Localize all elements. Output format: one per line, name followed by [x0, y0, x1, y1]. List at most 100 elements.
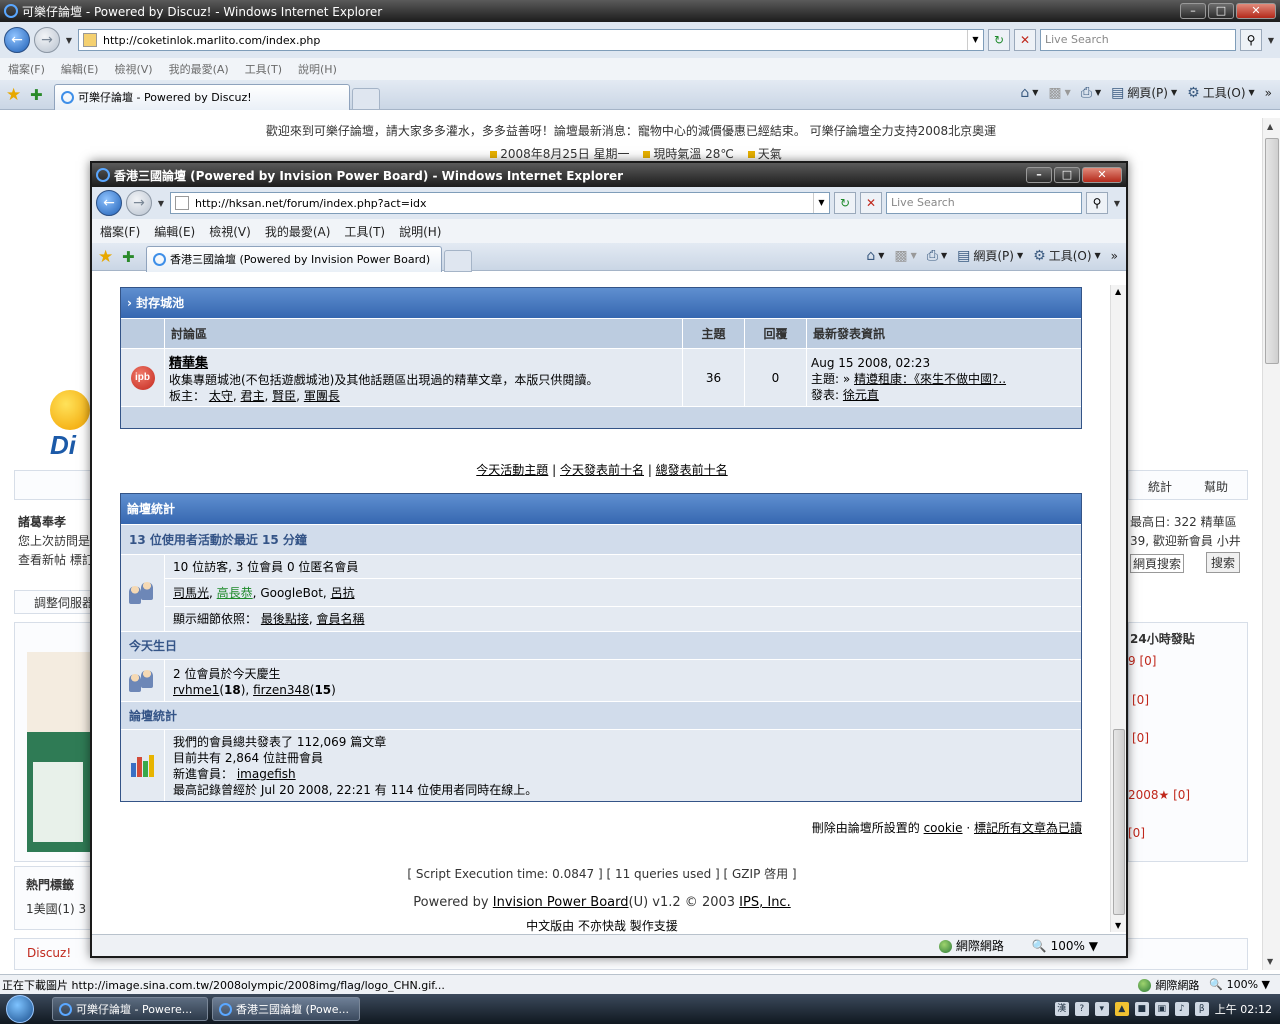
close-button[interactable]: ✕ — [1236, 3, 1276, 19]
address-bar[interactable]: http://coketinlok.marlito.com/index.php … — [78, 29, 984, 51]
refresh-button[interactable]: ↻ — [834, 192, 856, 214]
menu-file[interactable]: 檔案(F) — [100, 223, 140, 240]
sort-by-member-name[interactable]: 會員名稱 — [317, 612, 365, 626]
stop-button[interactable]: ✕ — [1014, 29, 1036, 51]
menu-tools[interactable]: 工具(T) — [344, 223, 385, 240]
discuz-logo[interactable] — [50, 390, 90, 430]
page-menu[interactable]: ▤ 網頁(P) ▼ — [957, 247, 1023, 264]
active-user-link[interactable]: 呂抗 — [331, 586, 355, 600]
last-poster-link[interactable]: 徐元直 — [843, 388, 879, 402]
active-user-link[interactable]: GoogleBot — [260, 586, 323, 600]
search-icon[interactable]: ⚲ — [1240, 29, 1262, 51]
home-button[interactable]: ⌂ ▼ — [1020, 85, 1038, 101]
minimize-button[interactable]: – — [1180, 3, 1206, 19]
clock[interactable]: 上午 02:12 — [1215, 1001, 1272, 1017]
menu-edit[interactable]: 編輯(E) — [154, 223, 195, 240]
favorites-star-icon[interactable]: ★ — [6, 85, 30, 105]
birthday-user-link[interactable]: rvhme1 — [173, 683, 219, 697]
stats-link[interactable]: 統計 — [1148, 478, 1172, 495]
menu-edit[interactable]: 編輯(E) — [61, 61, 99, 77]
post-count-4[interactable]: 2008★ [0] — [1128, 788, 1190, 802]
maximize-button[interactable]: □ — [1208, 3, 1234, 19]
address-dropdown-icon[interactable]: ▼ — [967, 30, 983, 50]
menu-view[interactable]: 檢視(V) — [209, 223, 251, 240]
bluetooth-icon[interactable]: β — [1194, 1002, 1209, 1016]
forward-button[interactable]: → — [34, 27, 60, 53]
new-tab-button[interactable] — [352, 87, 380, 110]
start-button[interactable] — [0, 994, 40, 1024]
category-bar[interactable]: › 封存城池 — [121, 288, 1081, 318]
history-dropdown-icon[interactable]: ▼ — [64, 36, 74, 45]
tools-menu[interactable]: ⚙ 工具(O) ▼ — [1033, 247, 1101, 264]
front-scrollbar-thumb[interactable] — [1113, 729, 1125, 915]
minimize-button[interactable]: – — [1026, 167, 1052, 183]
search-options-icon[interactable]: ▼ — [1112, 199, 1122, 208]
birthday-user-link[interactable]: firzen348 — [253, 683, 310, 697]
mark-all-read-link[interactable]: 標記所有文章為已讀 — [974, 821, 1082, 835]
favorites-star-icon[interactable]: ★ — [98, 247, 122, 267]
address-bar[interactable]: http://hksan.net/forum/index.php?act=idx… — [170, 192, 830, 214]
moderator-link[interactable]: 軍團長 — [304, 389, 340, 403]
back-scrollbar[interactable]: ▲ ▼ — [1262, 118, 1280, 970]
adjust-server-link[interactable]: 調整伺服器 — [34, 594, 94, 611]
menu-file[interactable]: 檔案(F) — [8, 61, 45, 77]
chevron-more-icon[interactable]: » — [1111, 249, 1118, 263]
post-count-1[interactable]: 9 [0] — [1128, 654, 1156, 668]
zoom-control[interactable]: 🔍 100% ▼ — [1209, 978, 1270, 991]
ipb-link[interactable]: Invision Power Board — [493, 895, 629, 910]
forward-button[interactable]: → — [126, 190, 152, 216]
stop-button[interactable]: ✕ — [860, 192, 882, 214]
tab-active[interactable]: 香港三國論壇 (Powered by Invision Power Board) — [146, 245, 442, 272]
post-count-3[interactable]: [0] — [1132, 731, 1149, 745]
search-options-icon[interactable]: ▼ — [1266, 36, 1276, 45]
ips-link[interactable]: IPS, Inc. — [739, 895, 791, 910]
add-favorites-icon[interactable]: ✚ — [122, 248, 146, 266]
last-topic-link[interactable]: 精遵租康：《來生不做中國?.. — [854, 372, 1006, 386]
menu-view[interactable]: 檢視(V) — [114, 61, 152, 77]
ime-options-icon[interactable]: ▾ — [1094, 1002, 1109, 1016]
history-dropdown-icon[interactable]: ▼ — [156, 199, 166, 208]
print-button[interactable]: ⎙ ▼ — [1081, 85, 1101, 101]
tab-active[interactable]: 可樂仔論壇 - Powered by Discuz! — [54, 83, 350, 110]
moderator-link[interactable]: 君主 — [241, 389, 265, 403]
newest-member-link[interactable]: imagefish — [237, 767, 296, 781]
post-count-5[interactable]: [0] — [1128, 826, 1145, 840]
help-link[interactable]: 幫助 — [1204, 478, 1228, 495]
weather-link[interactable]: 天氣 — [758, 147, 782, 161]
menu-help[interactable]: 說明(H) — [298, 61, 337, 77]
zoom-control[interactable]: 🔍 100% ▼ — [1032, 939, 1098, 953]
forum-name-link[interactable]: 精華集 — [169, 356, 208, 371]
security-shield-icon[interactable]: ▲ — [1114, 1002, 1129, 1016]
front-scrollbar[interactable]: ▲ ▼ — [1110, 285, 1126, 932]
ime-icon[interactable]: 漢 — [1054, 1002, 1069, 1016]
menu-help[interactable]: 說明(H) — [399, 223, 441, 240]
volume-icon[interactable]: ♪ — [1174, 1002, 1189, 1016]
tools-menu[interactable]: ⚙ 工具(O) ▼ — [1187, 84, 1255, 101]
display-icon[interactable]: ▣ — [1154, 1002, 1169, 1016]
new-posts-link[interactable]: 查看新帖 標訂 — [18, 551, 94, 568]
search-icon[interactable]: ⚲ — [1086, 192, 1108, 214]
chevron-more-icon[interactable]: » — [1265, 86, 1272, 100]
print-button[interactable]: ⎙ ▼ — [927, 248, 947, 264]
today-top10-link[interactable]: 今天發表前十名 — [560, 463, 644, 477]
user-name[interactable]: 諸葛奉孝 — [18, 513, 66, 530]
back-button[interactable]: ← — [4, 27, 30, 53]
refresh-button[interactable]: ↻ — [988, 29, 1010, 51]
moderator-link[interactable]: 太守 — [209, 389, 233, 403]
network-icon[interactable]: ■ — [1134, 1002, 1149, 1016]
delete-cookie-link[interactable]: cookie — [924, 821, 963, 835]
overall-top10-link[interactable]: 總發表前十名 — [656, 463, 728, 477]
page-menu[interactable]: ▤ 網頁(P) ▼ — [1111, 84, 1177, 101]
home-button[interactable]: ⌂ ▼ — [866, 248, 884, 264]
sort-by-last-click[interactable]: 最後點接 — [261, 612, 309, 626]
taskbar-item-front-window[interactable]: 香港三國論壇 (Powe... — [212, 997, 360, 1021]
hot-tags-list[interactable]: 1美國(1) 3 — [26, 900, 86, 917]
close-button[interactable]: ✕ — [1082, 167, 1122, 183]
search-input[interactable]: Live Search — [1040, 29, 1236, 51]
feeds-button[interactable]: ▩ ▼ — [1048, 85, 1070, 101]
post-count-2[interactable]: [0] — [1132, 693, 1149, 707]
menu-tools[interactable]: 工具(T) — [245, 61, 282, 77]
add-favorites-icon[interactable]: ✚ — [30, 86, 54, 104]
active-user-link[interactable]: 司馬光 — [173, 586, 209, 600]
menu-favorites[interactable]: 我的最愛(A) — [169, 61, 229, 77]
